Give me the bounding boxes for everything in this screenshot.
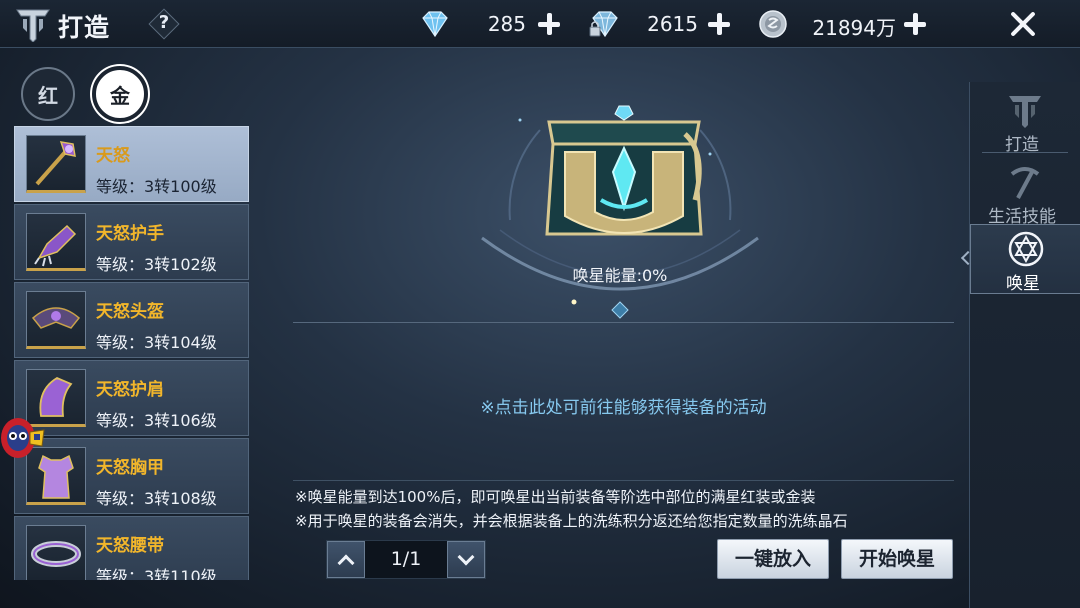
star-summon-icon bbox=[1008, 231, 1044, 267]
equipment-row[interactable]: 天怒护肩 等级：3转106级 bbox=[14, 360, 249, 436]
equipment-level: 等级：3转108级 bbox=[96, 489, 217, 508]
currency-bound-diamond: 2615 bbox=[588, 8, 738, 40]
equipment-row[interactable]: 天怒头盔 等级：3转104级 bbox=[14, 282, 249, 358]
staff-icon bbox=[35, 141, 76, 186]
tab-life-skills[interactable]: 生活技能 bbox=[970, 158, 1080, 228]
equipment-list: 天怒 等级：3转100级 天怒护手 等级：3转102级 天怒头盔 等级：3转10… bbox=[14, 126, 250, 580]
equipment-name: 天怒腰带 bbox=[96, 536, 164, 556]
equipment-level: 等级：3转110级 bbox=[96, 567, 217, 580]
pager: 1/1 bbox=[326, 540, 486, 579]
currency-diamond: 285 bbox=[418, 8, 568, 40]
add-silver-button[interactable] bbox=[902, 11, 928, 37]
activity-link[interactable]: ※点击此处可前往能够获得装备的活动 bbox=[293, 393, 954, 418]
add-diamond-button[interactable] bbox=[536, 11, 562, 37]
equipment-level: 等级：3转104级 bbox=[96, 333, 217, 352]
forge-logo-icon bbox=[16, 9, 50, 42]
note-energy: ※唤星能量到达100%后，即可唤星出当前装备等阶选中部位的满星红装或金装 bbox=[295, 488, 816, 506]
tab-forge[interactable]: 打造 bbox=[970, 86, 1080, 156]
equipment-row[interactable]: 天怒腰带 等级：3转110级 bbox=[14, 516, 249, 580]
chevron-left-icon bbox=[960, 250, 976, 266]
equipment-level: 等级：3转100级 bbox=[96, 177, 217, 196]
equipment-name: 天怒护手 bbox=[96, 224, 164, 244]
equipment-name: 天怒护肩 bbox=[96, 380, 164, 400]
pickaxe-icon bbox=[1010, 167, 1040, 199]
help-button[interactable]: ? bbox=[148, 8, 180, 40]
filter-gold-button[interactable]: 金 bbox=[92, 66, 148, 122]
equipment-row[interactable]: 天怒 等级：3转100级 bbox=[14, 126, 249, 202]
section-divider bbox=[293, 322, 954, 323]
equipment-level: 等级：3转102级 bbox=[96, 255, 217, 274]
currency-silver: 21894万 bbox=[756, 8, 936, 40]
equipment-name: 天怒胸甲 bbox=[96, 458, 164, 478]
start-summon-button[interactable]: 开始唤星 bbox=[841, 539, 953, 579]
add-bound-diamond-button[interactable] bbox=[706, 11, 732, 37]
diamond-count: 285 bbox=[487, 12, 526, 36]
belt-icon bbox=[31, 541, 81, 567]
page-title: 打造 bbox=[58, 13, 111, 42]
equipment-row[interactable]: 天怒护手 等级：3转102级 bbox=[14, 204, 249, 280]
note-consume: ※用于唤星的装备会消失，并会根据装备上的洗练积分返还给您指定数量的洗练晶石 bbox=[295, 512, 848, 530]
forge-icon bbox=[1009, 96, 1041, 128]
chevron-up-icon bbox=[337, 554, 355, 572]
gauntlet-icon bbox=[34, 224, 77, 267]
page-down-button[interactable] bbox=[447, 541, 485, 578]
bound-diamond-count: 2615 bbox=[647, 12, 698, 36]
bound-diamond-icon bbox=[589, 11, 618, 38]
silver-coin-icon bbox=[759, 10, 787, 38]
equipment-level: 等级：3转106级 bbox=[96, 411, 217, 430]
equipment-row[interactable]: 天怒胸甲 等级：3转108级 bbox=[14, 438, 249, 514]
summon-energy-label: 唤星能量:0% bbox=[572, 266, 668, 285]
one-key-add-button[interactable]: 一键放入 bbox=[717, 539, 829, 579]
summon-chest-icon bbox=[545, 105, 703, 236]
filter-red-button[interactable]: 红 bbox=[21, 67, 75, 121]
equipment-name: 天怒头盔 bbox=[96, 302, 164, 322]
diamond-icon bbox=[422, 11, 448, 38]
helmet-icon bbox=[31, 307, 81, 329]
tab-star-summon[interactable]: 唤星 bbox=[960, 224, 1080, 294]
close-button[interactable] bbox=[1004, 6, 1042, 42]
top-bar: 打造 ? 285 2615 21894万 bbox=[0, 0, 1080, 48]
side-tabs: 打造 生活技能 唤星 bbox=[960, 82, 1080, 608]
equipment-name: 天怒 bbox=[96, 146, 130, 166]
notes-divider bbox=[293, 480, 954, 481]
page-up-button[interactable] bbox=[327, 541, 365, 578]
mascot-icon[interactable] bbox=[0, 412, 48, 466]
page-indicator: 1/1 bbox=[390, 548, 422, 570]
chevron-down-icon bbox=[457, 548, 475, 566]
silver-count: 21894万 bbox=[812, 16, 896, 40]
